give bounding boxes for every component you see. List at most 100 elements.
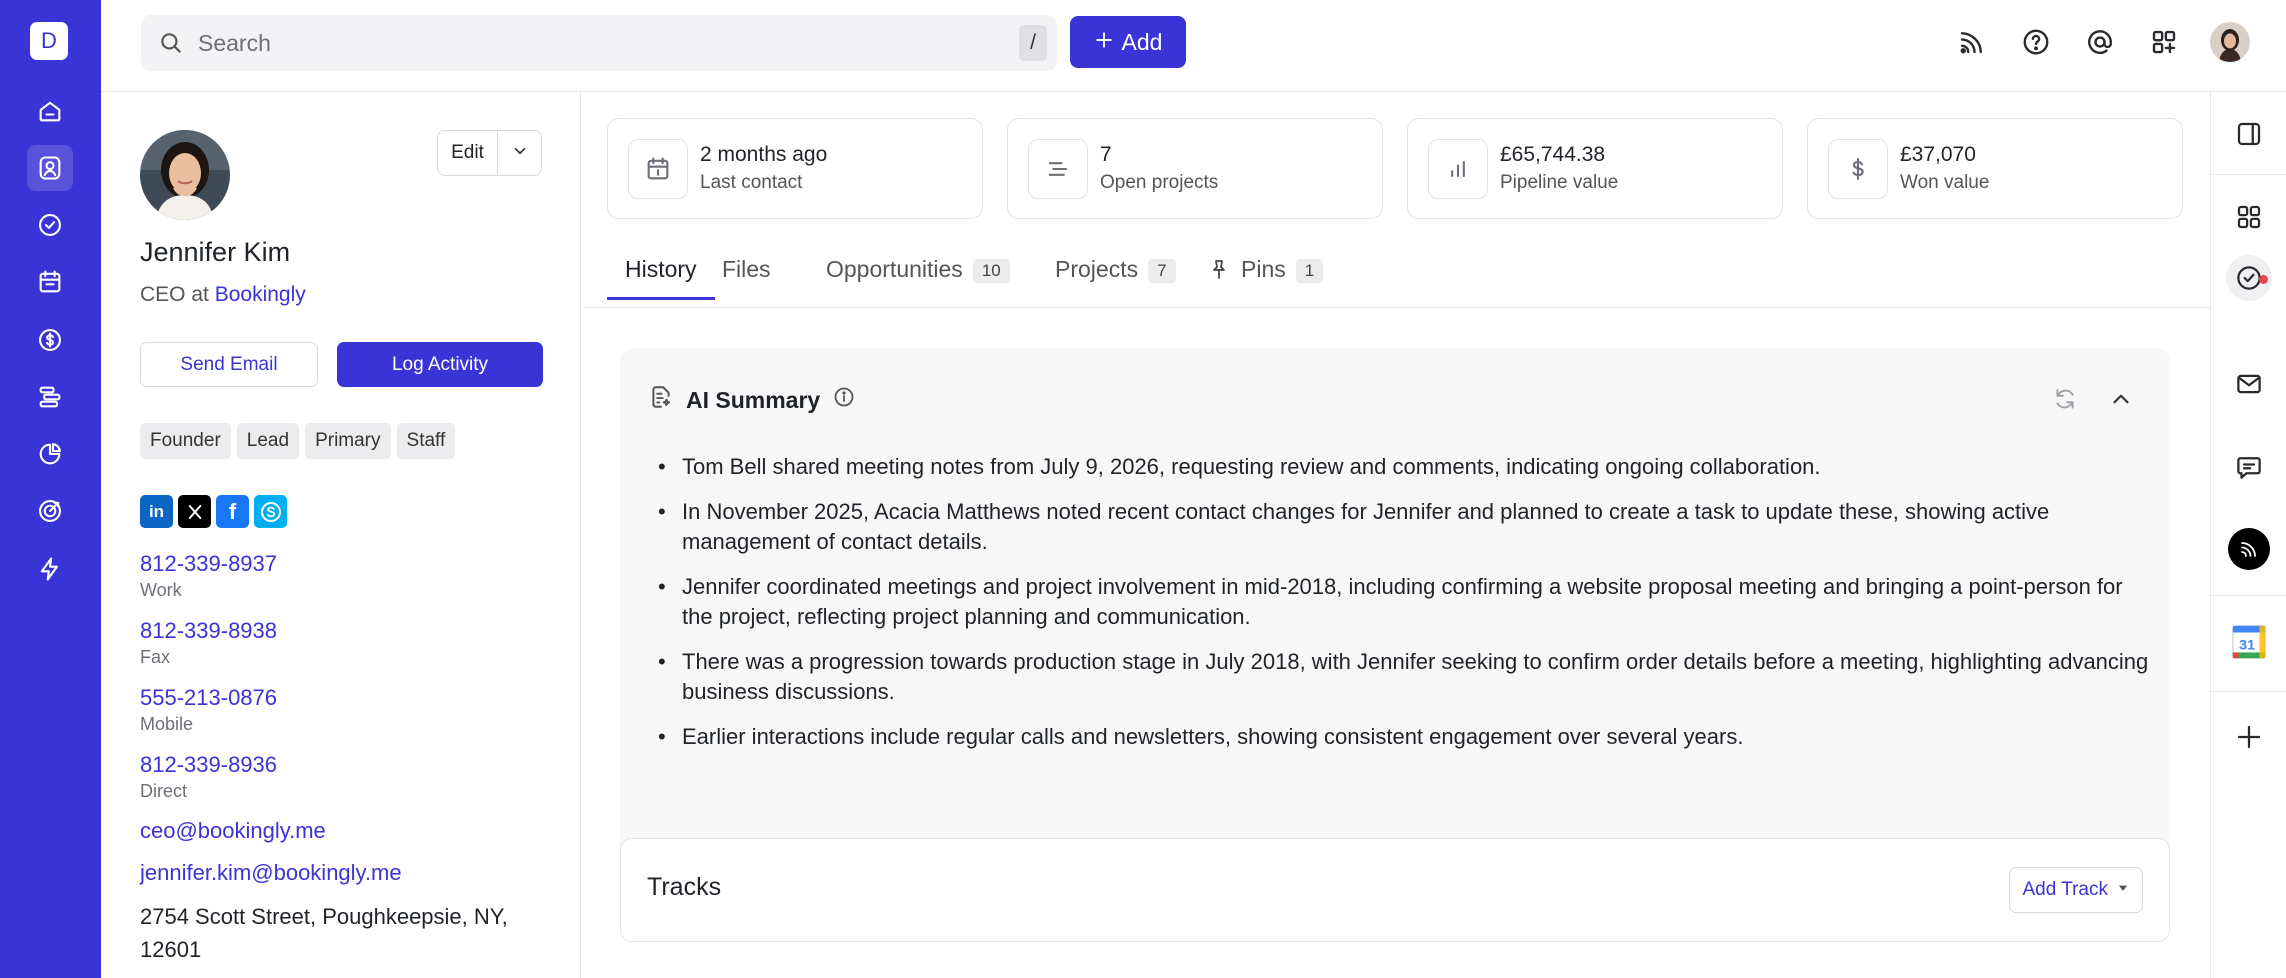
skype-icon[interactable] [254,495,287,528]
refresh-icon[interactable] [2052,386,2078,417]
tag[interactable]: Staff [396,423,456,459]
email-link[interactable]: jennifer.kim@bookingly.me [140,860,402,886]
phone-label: Mobile [140,714,194,734]
ai-summary-point: Jennifer coordinated meetings and projec… [652,572,2152,632]
phone-link[interactable]: 812-339-8938 [140,618,277,644]
tab-label: History [625,256,697,282]
send-email-button[interactable]: Send Email [140,342,318,387]
search-input[interactable]: Search / [141,15,1057,71]
app-logo[interactable]: D [30,22,68,60]
stat-card-won-value: £37,070 Won value [1807,118,2183,219]
add-track-button[interactable]: Add Track [2009,867,2143,913]
search-icon [158,30,184,61]
stat-label: Last contact [700,172,803,193]
tab-projects[interactable]: Projects 7 [1055,240,1176,300]
social-links: in f [140,495,287,528]
google-calendar-icon[interactable]: 31 [2229,622,2269,662]
email-link[interactable]: ceo@bookingly.me [140,818,326,844]
ai-summary-point: Tom Bell shared meeting notes from July … [652,452,2152,482]
contact-address: 2754 Scott Street, Poughkeepsie, NY, 126… [140,904,508,962]
automations-icon[interactable] [27,546,73,592]
rail-divider [2211,691,2286,692]
contacts-icon[interactable] [27,145,73,191]
rail-divider [2211,595,2286,596]
panel-icon[interactable] [2229,114,2269,154]
projects-icon[interactable] [27,374,73,420]
bar-chart-icon [1428,139,1488,199]
phone-label: Work [140,580,182,600]
help-icon[interactable] [2018,24,2054,60]
tab-count-badge: 7 [1148,259,1176,283]
stat-label: Pipeline value [1500,172,1619,193]
ai-document-icon [648,384,674,416]
chevron-down-icon [511,142,529,165]
ai-summary-point: Earlier interactions include regular cal… [652,722,2152,752]
reports-icon[interactable] [27,431,73,477]
stat-card-open-projects: 7 Open projects [1007,118,1383,219]
phone-label: Direct [140,781,188,801]
tab-label: Pins [1241,256,1286,282]
ai-summary-tools [2052,386,2134,417]
top-bar: Search / Add [101,0,2286,92]
phone-link[interactable]: 812-339-8937 [140,551,277,577]
notification-dot [2259,275,2268,284]
right-rail: 31 [2210,92,2286,978]
tracks-card: Tracks Add Track [620,838,2170,942]
pin-icon [1207,258,1231,288]
calendar-icon [628,139,688,199]
apps-icon[interactable] [2229,197,2269,237]
mail-icon[interactable] [2229,364,2269,404]
left-nav: D [0,0,101,978]
add-track-label: Add Track [2022,879,2108,900]
tasks-icon[interactable] [27,202,73,248]
company-link[interactable]: Bookingly [215,283,306,306]
edit-button[interactable]: Edit [438,131,498,175]
tab-divider [582,307,2210,308]
phone-label: Fax [140,647,171,667]
phone-link[interactable]: 555-213-0876 [140,685,277,711]
goals-icon[interactable] [27,488,73,534]
caret-down-icon [2116,879,2130,901]
search-shortcut-key: / [1019,25,1047,61]
plus-icon [1094,29,1114,56]
plus-icon[interactable] [2229,717,2269,757]
home-icon[interactable] [27,88,73,134]
tracks-title: Tracks [647,873,722,901]
tab-pins[interactable]: Pins 1 [1207,240,1324,300]
feed-icon[interactable] [2228,528,2270,570]
list-icon [1028,139,1088,199]
phone-link[interactable]: 812-339-8936 [140,752,277,778]
log-activity-button[interactable]: Log Activity [337,342,543,387]
chevron-up-icon[interactable] [2108,386,2134,417]
calendar-day: 31 [2239,638,2255,654]
feed-icon[interactable] [1954,24,1990,60]
user-avatar[interactable] [2210,22,2250,62]
deals-icon[interactable] [27,317,73,363]
stat-value: £65,744.38 [1500,143,1606,166]
tag[interactable]: Founder [140,423,231,459]
add-button[interactable]: Add [1070,16,1186,68]
apps-icon[interactable] [2146,24,2182,60]
facebook-icon[interactable]: f [216,495,249,528]
tab-files[interactable]: Files [722,240,771,300]
contact-role-title: CEO at [140,283,209,306]
tag[interactable]: Primary [305,423,391,459]
ai-summary-list: Tom Bell shared meeting notes from July … [652,452,2152,767]
tab-label: Files [722,256,771,282]
tab-opportunities[interactable]: Opportunities 10 [826,240,1010,300]
chat-icon[interactable] [2229,447,2269,487]
tab-count-badge: 1 [1295,259,1324,283]
stat-card-last-contact: 2 months ago Last contact [607,118,983,219]
search-placeholder: Search [198,30,271,56]
mentions-icon[interactable] [2082,24,2118,60]
linkedin-icon[interactable]: in [140,495,173,528]
edit-button-group: Edit [437,130,542,176]
tab-history[interactable]: History [607,240,715,300]
tag[interactable]: Lead [236,423,300,459]
ai-summary-point: There was a progression towards producti… [652,647,2152,707]
x-icon[interactable] [178,495,211,528]
calendar-icon[interactable] [27,259,73,305]
edit-menu-button[interactable] [498,131,541,175]
info-icon[interactable] [832,385,856,415]
ai-summary-header: AI Summary [648,384,856,416]
